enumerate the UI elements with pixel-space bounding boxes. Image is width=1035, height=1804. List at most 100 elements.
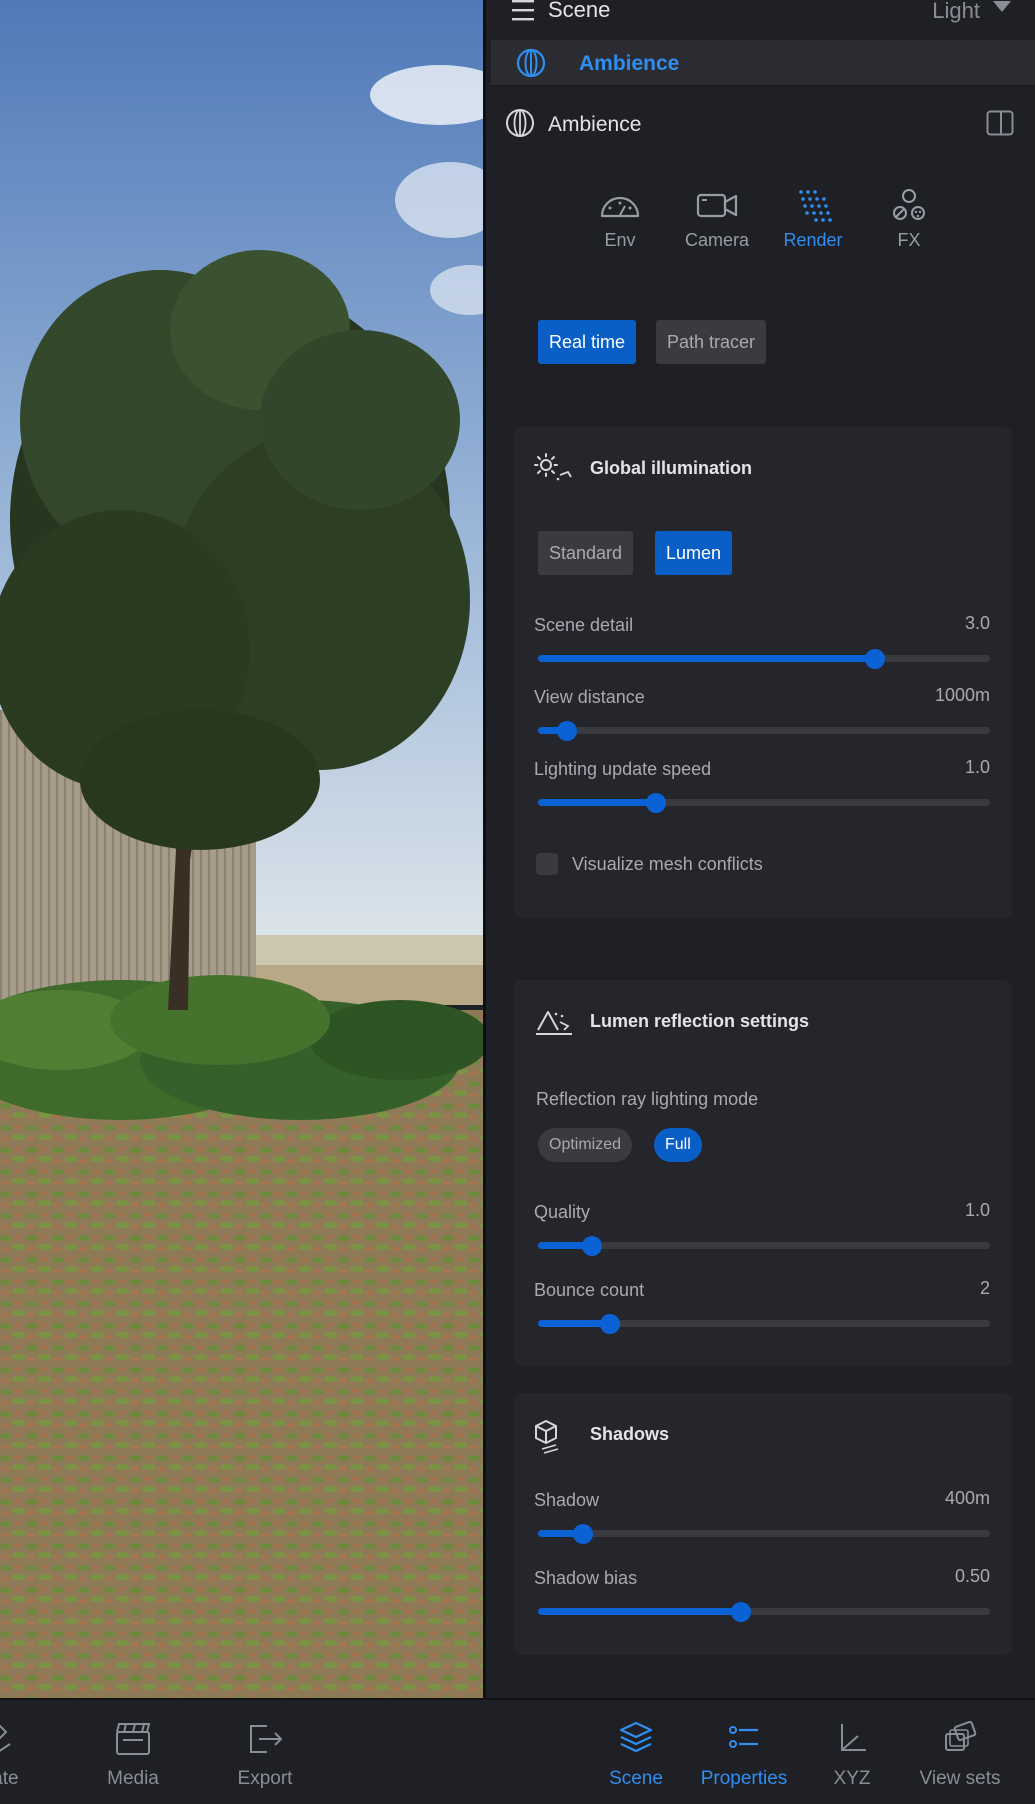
tab-label: Camera <box>684 230 750 250</box>
slider-thumb[interactable] <box>582 1236 603 1256</box>
lighting-update-speed-slider: Lighting update speed 1.0 <box>534 757 990 815</box>
slider-track[interactable] <box>538 793 990 813</box>
slider-thumb[interactable] <box>573 1524 594 1544</box>
slider-thumb[interactable] <box>600 1314 621 1334</box>
slider-thumb[interactable] <box>645 793 666 813</box>
slider-value: 1000m <box>934 685 990 705</box>
slider-thumb[interactable] <box>731 1602 752 1622</box>
nav-simulate[interactable]: ulate <box>0 1720 58 1790</box>
card-title: Shadows <box>590 1424 670 1444</box>
breadcrumb-label: Ambience <box>579 52 680 75</box>
slider-track[interactable] <box>538 649 990 669</box>
panel-topbar: Scene Light <box>486 0 1035 40</box>
slider-value: 1.0 <box>964 757 990 777</box>
slider-thumb[interactable] <box>557 721 578 741</box>
video-camera-icon <box>696 193 738 218</box>
slider-track[interactable] <box>538 1524 990 1544</box>
cube-shadow-icon <box>534 1419 574 1460</box>
path-tracer-button[interactable]: Path tracer <box>656 320 767 364</box>
bounce-count-slider: Bounce count 2 <box>534 1278 990 1336</box>
tab-fx[interactable]: FX <box>861 188 957 268</box>
chevron-down-icon[interactable] <box>992 0 1012 19</box>
nav-label: ulate <box>0 1768 19 1789</box>
scene-viewport[interactable] <box>0 0 483 1698</box>
breadcrumb[interactable]: Ambience <box>491 40 1035 86</box>
app-root: Scene Light Ambience Ambience Env Camera… <box>0 0 1035 1804</box>
shadow-slider: Shadow 400m <box>534 1488 990 1546</box>
slider-label: Quality <box>534 1202 591 1222</box>
checkbox-label: Visualize mesh conflicts <box>572 854 763 874</box>
tab-render[interactable]: Render <box>765 188 861 268</box>
axes-icon <box>841 1724 866 1751</box>
theme-selector[interactable]: Light <box>932 0 980 24</box>
nav-label: Export <box>237 1768 293 1789</box>
tab-camera[interactable]: Camera <box>669 188 765 268</box>
slider-value: 400m <box>944 1488 990 1508</box>
slider-track[interactable] <box>538 1236 990 1256</box>
simulate-icon <box>0 1724 11 1752</box>
nav-properties[interactable]: Properties <box>684 1720 804 1790</box>
scene-render <box>0 0 483 1698</box>
visualize-mesh-conflicts-checkbox[interactable] <box>536 853 558 875</box>
slider-track[interactable] <box>538 721 990 741</box>
nav-label: XYZ <box>833 1768 871 1789</box>
tab-label: FX <box>897 230 921 250</box>
tab-env[interactable]: Env <box>572 188 668 268</box>
standard-button[interactable]: Standard <box>538 531 634 575</box>
bottom-navigation: ulate Media Export Scene Properties XYZ … <box>0 1698 1035 1804</box>
slider-value: 1.0 <box>964 1200 990 1220</box>
clapperboard-icon <box>116 1723 151 1755</box>
full-button[interactable]: Full <box>654 1128 702 1162</box>
slider-track[interactable] <box>538 1314 990 1334</box>
slider-thumb[interactable] <box>864 649 885 669</box>
hamburger-menu-icon[interactable] <box>510 0 536 27</box>
nav-label: View sets <box>919 1768 1001 1789</box>
optimized-button[interactable]: Optimized <box>538 1128 633 1162</box>
quality-slider: Quality 1.0 <box>534 1200 990 1258</box>
nav-scene[interactable]: Scene <box>576 1720 696 1790</box>
slider-fill <box>538 1608 742 1615</box>
card-title: Lumen reflection settings <box>590 1011 810 1031</box>
real-time-button[interactable]: Real time <box>538 320 637 364</box>
export-icon <box>250 1725 283 1753</box>
ambience-tabs: Env Camera Render FX <box>486 188 1035 268</box>
properties-icon <box>729 1726 758 1748</box>
slider-track[interactable] <box>538 1602 990 1622</box>
sun-sparkle-icon <box>534 453 574 490</box>
nav-view-sets[interactable]: View sets <box>900 1720 1020 1790</box>
reflection-icon <box>534 1006 574 1043</box>
layers-icon <box>619 1721 653 1753</box>
shadows-card: Shadows Shadow 400m Shadow bias 0.50 <box>514 1393 1012 1655</box>
slider-fill <box>538 799 656 806</box>
render-mode-toggle: Real time Path tracer <box>538 320 778 364</box>
slider-label: Lighting update speed <box>534 759 712 779</box>
split-view-icon[interactable] <box>986 110 1014 141</box>
globe-icon <box>504 108 536 143</box>
nav-label: Scene <box>609 1768 663 1789</box>
slider-value: 3.0 <box>964 613 990 633</box>
slider-label: View distance <box>534 687 645 707</box>
section-title: Ambience <box>548 113 642 136</box>
gauge-icon <box>600 196 640 218</box>
section-header: Ambience <box>486 104 1035 144</box>
view-sets-icon <box>945 1720 977 1751</box>
reflection-mode-toggle: Optimized Full <box>538 1128 708 1162</box>
nav-media[interactable]: Media <box>73 1720 193 1790</box>
lumen-button[interactable]: Lumen <box>655 531 733 575</box>
scene-title: Scene <box>548 0 611 22</box>
nav-xyz[interactable]: XYZ <box>792 1720 912 1790</box>
nav-label: Properties <box>700 1768 788 1789</box>
dot-grid-icon <box>799 190 832 222</box>
nav-label: Media <box>107 1768 159 1789</box>
tab-label: Render <box>783 230 843 250</box>
slider-label: Bounce count <box>534 1280 645 1300</box>
shadow-bias-slider: Shadow bias 0.50 <box>534 1566 990 1624</box>
tab-label: Env <box>604 230 636 250</box>
global-illumination-card: Global illumination Standard Lumen Scene… <box>514 427 1012 918</box>
slider-label: Shadow bias <box>534 1568 638 1588</box>
slider-value: 0.50 <box>954 1566 990 1586</box>
globe-icon <box>515 48 547 83</box>
lumen-reflection-card: Lumen reflection settings Reflection ray… <box>514 980 1012 1366</box>
view-distance-slider: View distance 1000m <box>534 685 990 743</box>
nav-export[interactable]: Export <box>205 1720 325 1790</box>
